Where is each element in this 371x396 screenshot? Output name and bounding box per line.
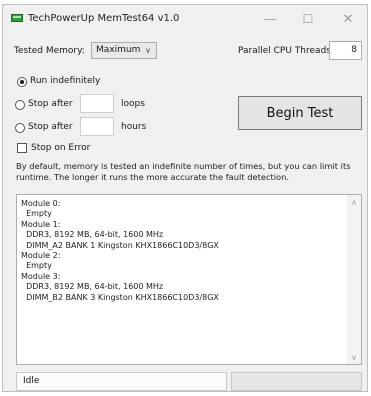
description-text: By default, memory is tested an indefini…	[16, 161, 351, 182]
memtest-window: TechPowerUp MemTest64 v1.0 — ☐ ✕ Tested …	[2, 4, 368, 392]
scroll-up-icon[interactable]: ∧	[347, 196, 361, 208]
module-info-lines: Module 0: Empty Module 1: DDR3, 8192 MB, …	[21, 199, 219, 303]
module-info-line: Empty	[21, 261, 52, 271]
window-title: TechPowerUp MemTest64 v1.0	[28, 13, 180, 24]
status-field: Idle	[16, 372, 227, 391]
module-info-line: Module 0:	[21, 199, 61, 208]
module-info-line: DIMM_A2 BANK 1 Kingston KHX1866C10D3/8GX	[21, 240, 219, 250]
maximize-button[interactable]: ☐	[293, 9, 323, 29]
progress-bar	[231, 372, 362, 391]
module-info-line: DDR3, 8192 MB, 64-bit, 1600 MHz	[21, 230, 164, 240]
cpu-threads-input[interactable]: 8	[329, 41, 362, 60]
title-bar[interactable]: TechPowerUp MemTest64 v1.0 — ☐ ✕	[3, 5, 367, 33]
module-info-line: Empty	[21, 209, 52, 219]
loops-label: loops	[121, 99, 145, 109]
memory-chip-icon	[11, 14, 23, 22]
stop-after-hours-label: Stop after	[28, 122, 73, 132]
begin-test-button[interactable]: Begin Test	[238, 96, 362, 130]
stop-after-loops-radio[interactable]	[15, 100, 25, 110]
module-info-textarea[interactable]: Module 0: Empty Module 1: DDR3, 8192 MB, …	[16, 194, 362, 365]
run-indefinitely-label: Run indefinitely	[30, 76, 101, 86]
minimize-button[interactable]: —	[255, 9, 285, 29]
stop-after-loops-label: Stop after	[28, 99, 73, 109]
cpu-threads-label: Parallel CPU Threads:	[238, 46, 335, 56]
tested-memory-select[interactable]: Maximum ∨	[91, 42, 157, 59]
scroll-down-icon[interactable]: ∨	[347, 351, 361, 363]
loops-input[interactable]	[80, 94, 114, 113]
run-indefinitely-radio[interactable]	[17, 77, 27, 87]
module-info-line: Module 1:	[21, 219, 61, 229]
vertical-scrollbar[interactable]: ∧ ∨	[347, 195, 361, 364]
module-info-line: Module 2:	[21, 251, 61, 261]
module-info-line: DDR3, 8192 MB, 64-bit, 1600 MHz	[21, 282, 164, 292]
hours-label: hours	[121, 122, 147, 132]
module-info-line: DIMM_B2 BANK 3 Kingston KHX1866C10D3/8GX	[21, 292, 219, 302]
hours-input[interactable]	[80, 117, 114, 136]
stop-on-error-checkbox[interactable]	[17, 143, 27, 153]
stop-after-hours-radio[interactable]	[15, 123, 25, 133]
tested-memory-value: Maximum	[96, 45, 141, 55]
close-button[interactable]: ✕	[333, 9, 363, 29]
tested-memory-label: Tested Memory:	[14, 46, 85, 56]
chevron-down-icon: ∨	[145, 46, 151, 55]
stop-on-error-label: Stop on Error	[31, 143, 91, 153]
module-info-line: Module 3:	[21, 271, 61, 281]
